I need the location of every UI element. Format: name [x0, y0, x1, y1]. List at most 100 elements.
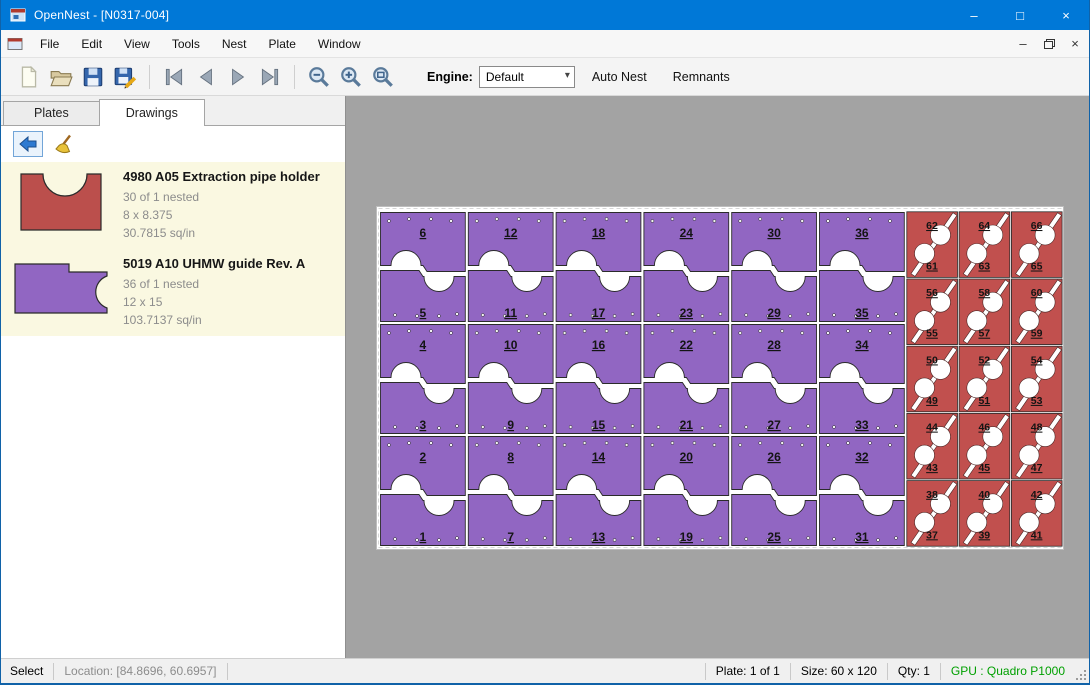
red-part-pair[interactable]: 5251	[959, 346, 1010, 412]
drill-hole	[671, 218, 674, 221]
clear-nest-button[interactable]	[51, 131, 81, 157]
previous-arrow-icon	[194, 65, 218, 89]
drawing-list: 4980 A05 Extraction pipe holder 30 of 1 …	[1, 162, 345, 658]
drill-hole	[583, 330, 586, 333]
part-number-label: 20	[680, 450, 694, 464]
engine-value: Default	[486, 70, 524, 84]
drill-hole	[657, 538, 660, 541]
auto-nest-button[interactable]: Auto Nest	[583, 65, 656, 89]
menu-window[interactable]: Window	[307, 32, 372, 56]
drill-hole	[847, 218, 850, 221]
menu-nest[interactable]: Nest	[211, 32, 258, 56]
drill-hole	[895, 537, 898, 540]
red-part-pair[interactable]: 5655	[907, 279, 958, 345]
first-plate-button[interactable]	[158, 61, 190, 93]
red-part-pair[interactable]: 4443	[907, 413, 958, 479]
window-title: OpenNest - [N0317-004]	[34, 8, 169, 22]
new-button[interactable]	[13, 61, 45, 93]
maximize-button[interactable]: □	[997, 0, 1043, 30]
open-button[interactable]	[45, 61, 77, 93]
drill-hole	[693, 442, 696, 445]
zoom-fit-icon	[371, 65, 395, 89]
drill-hole	[869, 218, 872, 221]
engine-combobox[interactable]: Default ▾	[479, 66, 575, 88]
return-parts-button[interactable]	[13, 131, 43, 157]
part-number-label: 66	[1031, 220, 1043, 232]
red-part-pair[interactable]: 4847	[1011, 413, 1062, 479]
menu-tools[interactable]: Tools	[161, 32, 211, 56]
drill-hole	[408, 330, 411, 333]
drill-hole	[789, 539, 792, 542]
drill-hole	[781, 442, 784, 445]
part-area: 30.7815 sq/in	[123, 224, 320, 242]
part-number-label: 50	[926, 354, 938, 366]
resize-grip[interactable]	[1075, 659, 1089, 684]
menu-edit[interactable]: Edit	[70, 32, 113, 56]
drill-hole	[517, 218, 520, 221]
tab-plates[interactable]: Plates	[3, 101, 100, 125]
mdi-minimize-button[interactable]: –	[1011, 33, 1035, 55]
save-as-button[interactable]	[109, 61, 141, 93]
status-mode: Select	[1, 660, 53, 683]
plate[interactable]: 6512111817242330293635431091615222128273…	[376, 206, 1064, 550]
part-number-label: 2	[420, 450, 427, 464]
drawing-list-item[interactable]: 5019 A10 UHMW guide Rev. A 36 of 1 neste…	[1, 249, 345, 336]
zoom-out-button[interactable]	[303, 61, 335, 93]
drill-hole	[895, 425, 898, 428]
tab-drawings[interactable]: Drawings	[99, 99, 205, 126]
drawing-list-item[interactable]: 4980 A05 Extraction pipe holder 30 of 1 …	[1, 162, 345, 249]
next-plate-button[interactable]	[222, 61, 254, 93]
drill-hole	[889, 220, 892, 223]
red-part-pair[interactable]: 4645	[959, 413, 1010, 479]
drill-hole	[481, 538, 484, 541]
zoom-in-button[interactable]	[335, 61, 367, 93]
remnants-button[interactable]: Remnants	[664, 65, 739, 89]
part-number-label: 37	[926, 529, 938, 541]
drill-hole	[456, 425, 459, 428]
save-button[interactable]	[77, 61, 109, 93]
minimize-button[interactable]: –	[951, 0, 997, 30]
drill-hole	[895, 313, 898, 316]
part-number-label: 26	[767, 450, 781, 464]
part-number-label: 35	[855, 306, 869, 320]
part-number-label: 10	[504, 338, 518, 352]
part-number-label: 33	[855, 418, 869, 432]
mdi-close-button[interactable]: ×	[1063, 33, 1087, 55]
save-as-icon	[113, 65, 137, 89]
red-part-pair[interactable]: 6463	[959, 212, 1010, 278]
red-part-pair[interactable]: 4241	[1011, 481, 1062, 547]
mdi-document-icon	[7, 36, 23, 52]
red-part-pair[interactable]: 5049	[907, 346, 958, 412]
menu-file[interactable]: File	[29, 32, 70, 56]
mdi-restore-icon	[1044, 39, 1055, 49]
drill-hole	[569, 538, 572, 541]
menu-plate[interactable]: Plate	[258, 32, 307, 56]
red-part-pair[interactable]: 6665	[1011, 212, 1062, 278]
menu-view[interactable]: View	[113, 32, 161, 56]
close-button[interactable]: ×	[1043, 0, 1089, 30]
drill-hole	[657, 314, 660, 317]
red-part-pair[interactable]: 4039	[959, 481, 1010, 547]
zoom-fit-button[interactable]	[367, 61, 399, 93]
part-number-label: 22	[680, 338, 694, 352]
drill-hole	[388, 444, 391, 447]
nest-canvas[interactable]: 6512111817242330293635431091615222128273…	[346, 96, 1089, 658]
red-part-pair[interactable]: 6059	[1011, 279, 1062, 345]
red-part-pair[interactable]: 5857	[959, 279, 1010, 345]
part-number-label: 3	[420, 418, 427, 432]
red-part-pair[interactable]: 6261	[907, 212, 958, 278]
last-plate-button[interactable]	[254, 61, 286, 93]
part-number-label: 29	[767, 306, 781, 320]
main-toolbar: Engine: Default ▾ Auto Nest Remnants	[1, 58, 1089, 96]
previous-plate-button[interactable]	[190, 61, 222, 93]
drill-hole	[759, 330, 762, 333]
nest-plate-drawing[interactable]: 6512111817242330293635431091615222128273…	[376, 206, 1064, 550]
red-part-pair[interactable]: 5453	[1011, 346, 1062, 412]
drill-hole	[869, 442, 872, 445]
mdi-restore-button[interactable]	[1037, 33, 1061, 55]
red-part-pair[interactable]: 3837	[907, 481, 958, 547]
part-number-label: 36	[855, 226, 869, 240]
part-area: 103.7137 sq/in	[123, 311, 305, 329]
part-number-label: 24	[680, 226, 694, 240]
drill-hole	[537, 332, 540, 335]
